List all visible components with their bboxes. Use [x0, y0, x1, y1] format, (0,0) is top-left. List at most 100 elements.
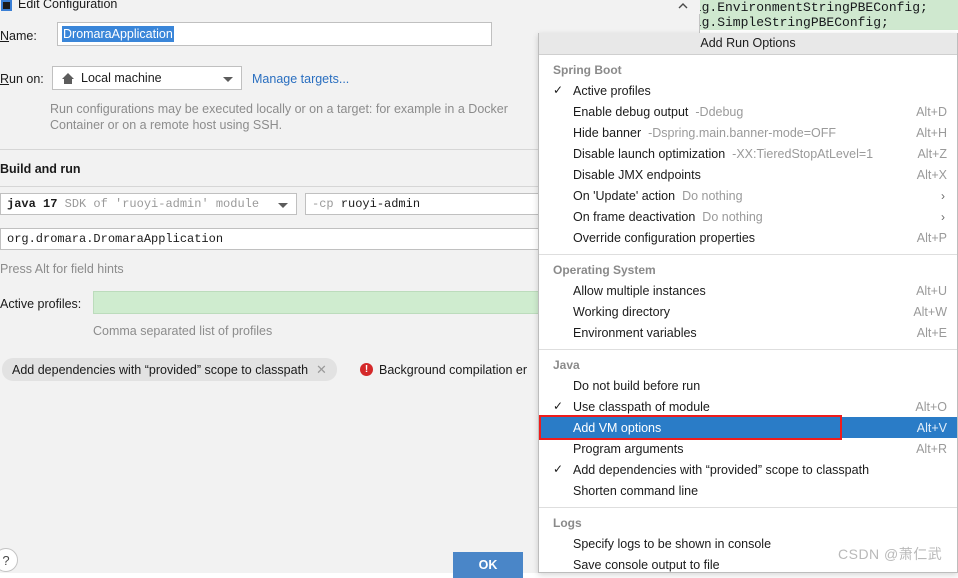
- menu-item-label: On 'Update' action: [573, 188, 676, 203]
- active-profiles-input[interactable]: [93, 291, 540, 314]
- menu-item-shortcut: Alt+E: [916, 325, 947, 340]
- menu-item-label: Do not build before run: [573, 378, 701, 393]
- error-icon: !: [360, 363, 373, 376]
- menu-item-shortcut: Alt+U: [916, 283, 947, 298]
- menu-item[interactable]: ✓ Active profiles: [539, 80, 957, 101]
- menu-item[interactable]: ✓ Use classpath of module Alt+O: [539, 396, 957, 417]
- menu-group-title: Java: [553, 358, 580, 372]
- menu-item-label: Enable debug output: [573, 104, 689, 119]
- home-icon: [61, 71, 75, 86]
- chevron-right-icon: ›: [941, 209, 945, 224]
- menu-item-label: Disable launch optimization: [573, 146, 726, 161]
- menu-item-shortcut: Alt+Z: [917, 146, 947, 161]
- name-input[interactable]: DromaraApplication: [57, 22, 492, 46]
- menu-item-label: Disable JMX endpoints: [573, 167, 701, 182]
- menu-item[interactable]: On frame deactivation Do nothing ›: [539, 206, 957, 227]
- chevron-up-icon[interactable]: [676, 0, 690, 12]
- menu-item[interactable]: Override configuration properties Alt+P: [539, 227, 957, 248]
- code-line: fig.SimpleStringPBEConfig;: [686, 15, 958, 30]
- popup-header: Add Run Options: [539, 33, 957, 55]
- menu-item-shortcut: Alt+D: [916, 104, 947, 119]
- menu-group-title: Operating System: [553, 263, 656, 277]
- manage-targets-link[interactable]: Manage targets...: [252, 72, 349, 86]
- menu-item-label: Shorten command line: [573, 483, 699, 498]
- menu-item-shortcut: Alt+W: [913, 304, 947, 319]
- menu-item[interactable]: Hide banner -Dspring.main.banner-mode=OFF…: [539, 122, 957, 143]
- name-label: Name:: [0, 29, 37, 43]
- check-icon: ✓: [553, 399, 564, 413]
- menu-item[interactable]: Program arguments Alt+R: [539, 438, 957, 459]
- menu-item-label: Allow multiple instances: [573, 283, 706, 298]
- menu-item[interactable]: Enable debug output -Ddebug Alt+D: [539, 101, 957, 122]
- chip-add-provided-dependencies[interactable]: Add dependencies with “provided” scope t…: [2, 358, 337, 381]
- menu-item-value: Do nothing: [682, 188, 743, 203]
- menu-item[interactable]: Disable JMX endpoints Alt+X: [539, 164, 957, 185]
- menu-item[interactable]: Disable launch optimization -XX:TieredSto…: [539, 143, 957, 164]
- menu-item-label: Override configuration properties: [573, 230, 756, 245]
- menu-item-label: Working directory: [573, 304, 671, 319]
- menu-item[interactable]: Working directory Alt+W: [539, 301, 957, 322]
- menu-item[interactable]: Shorten command line: [539, 480, 957, 501]
- name-input-value: DromaraApplication: [62, 26, 174, 42]
- code-line: fig.EnvironmentStringPBEConfig;: [686, 0, 958, 15]
- menu-item-label: Save console output to file: [573, 557, 720, 572]
- editor-background: fig.EnvironmentStringPBEConfig; fig.Simp…: [686, 0, 958, 30]
- menu-item-label: Program arguments: [573, 441, 684, 456]
- check-icon: ✓: [553, 462, 564, 476]
- menu-item-shortcut: Alt+O: [915, 399, 947, 414]
- menu-item[interactable]: On 'Update' action Do nothing ›: [539, 185, 957, 206]
- background-compilation-label: Background compilation er: [379, 362, 527, 377]
- menu-item[interactable]: Allow multiple instances Alt+U: [539, 280, 957, 301]
- jdk-select-value: java 17 SDK of 'ruoyi-admin' module: [7, 197, 259, 211]
- chip-label: Add dependencies with “provided” scope t…: [12, 362, 309, 377]
- run-on-label: Run on:: [0, 72, 44, 86]
- ok-button[interactable]: OK: [453, 552, 523, 578]
- menu-item[interactable]: Add VM options Alt+V: [539, 417, 957, 438]
- menu-item-value: Do nothing: [702, 209, 763, 224]
- run-on-target-value: Local machine: [81, 71, 162, 85]
- menu-item-shortcut: Alt+R: [916, 441, 947, 456]
- menu-item[interactable]: ✓ Add dependencies with “provided” scope …: [539, 459, 957, 480]
- classpath-module: ruoyi-admin: [340, 197, 421, 211]
- menu-group-title: Logs: [553, 516, 582, 530]
- menu-item-label: Add VM options: [573, 420, 662, 435]
- menu-item-label: Hide banner: [573, 125, 642, 140]
- run-on-target-select[interactable]: Local machine: [52, 66, 242, 90]
- dialog-titlebar: Edit Configuration: [0, 0, 700, 14]
- help-button[interactable]: ?: [0, 548, 18, 572]
- classpath-field-value: -cp ruoyi-admin: [312, 197, 420, 211]
- menu-item[interactable]: Environment variables Alt+E: [539, 322, 957, 343]
- background-compilation-warning: ! Background compilation er: [360, 358, 527, 381]
- menu-item-label: Environment variables: [573, 325, 697, 340]
- menu-item-shortcut: Alt+X: [916, 167, 947, 182]
- menu-item-label: On frame deactivation: [573, 209, 696, 224]
- jdk-select[interactable]: java 17 SDK of 'ruoyi-admin' module: [0, 193, 297, 215]
- jdk-version: java 17: [7, 197, 58, 211]
- build-and-run-header: Build and run: [0, 162, 81, 176]
- menu-item-label: Active profiles: [573, 83, 651, 98]
- menu-item[interactable]: Do not build before run: [539, 375, 957, 396]
- run-configuration-icon: [1, 0, 12, 11]
- chevron-down-icon: [278, 203, 288, 208]
- jdk-module-hint: SDK of 'ruoyi-admin' module: [64, 197, 260, 211]
- menu-item-value: -Dspring.main.banner-mode=OFF: [648, 125, 837, 140]
- active-profiles-hint: Comma separated list of profiles: [93, 324, 273, 338]
- main-class-field[interactable]: org.dromara.DromaraApplication: [0, 228, 540, 250]
- run-on-help-text: Run configurations may be executed local…: [50, 102, 508, 132]
- menu-item-label: Use classpath of module: [573, 399, 710, 414]
- popup-menu-list: Spring Boot ✓ Active profiles Enable debug …: [539, 55, 957, 572]
- page-title: Edit Configuration: [18, 0, 118, 11]
- active-profiles-label: Active profiles:: [0, 297, 82, 311]
- add-run-options-popup: Add Run Options Spring Boot ✓ Active profi…: [538, 33, 958, 573]
- classpath-flag: -cp: [312, 197, 334, 211]
- menu-item-shortcut: Alt+P: [916, 230, 947, 245]
- menu-group-title: Spring Boot: [553, 63, 622, 77]
- chevron-right-icon: ›: [941, 188, 945, 203]
- menu-item-label: Specify logs to be shown in console: [573, 536, 772, 551]
- menu-item-value: -XX:TieredStopAtLevel=1: [732, 146, 874, 161]
- menu-item-value: -Ddebug: [695, 104, 744, 119]
- watermark: CSDN @萧仁武: [838, 546, 943, 562]
- check-icon: ✓: [553, 83, 564, 97]
- menu-item-shortcut: Alt+V: [916, 420, 947, 435]
- close-icon[interactable]: ✕: [316, 363, 327, 376]
